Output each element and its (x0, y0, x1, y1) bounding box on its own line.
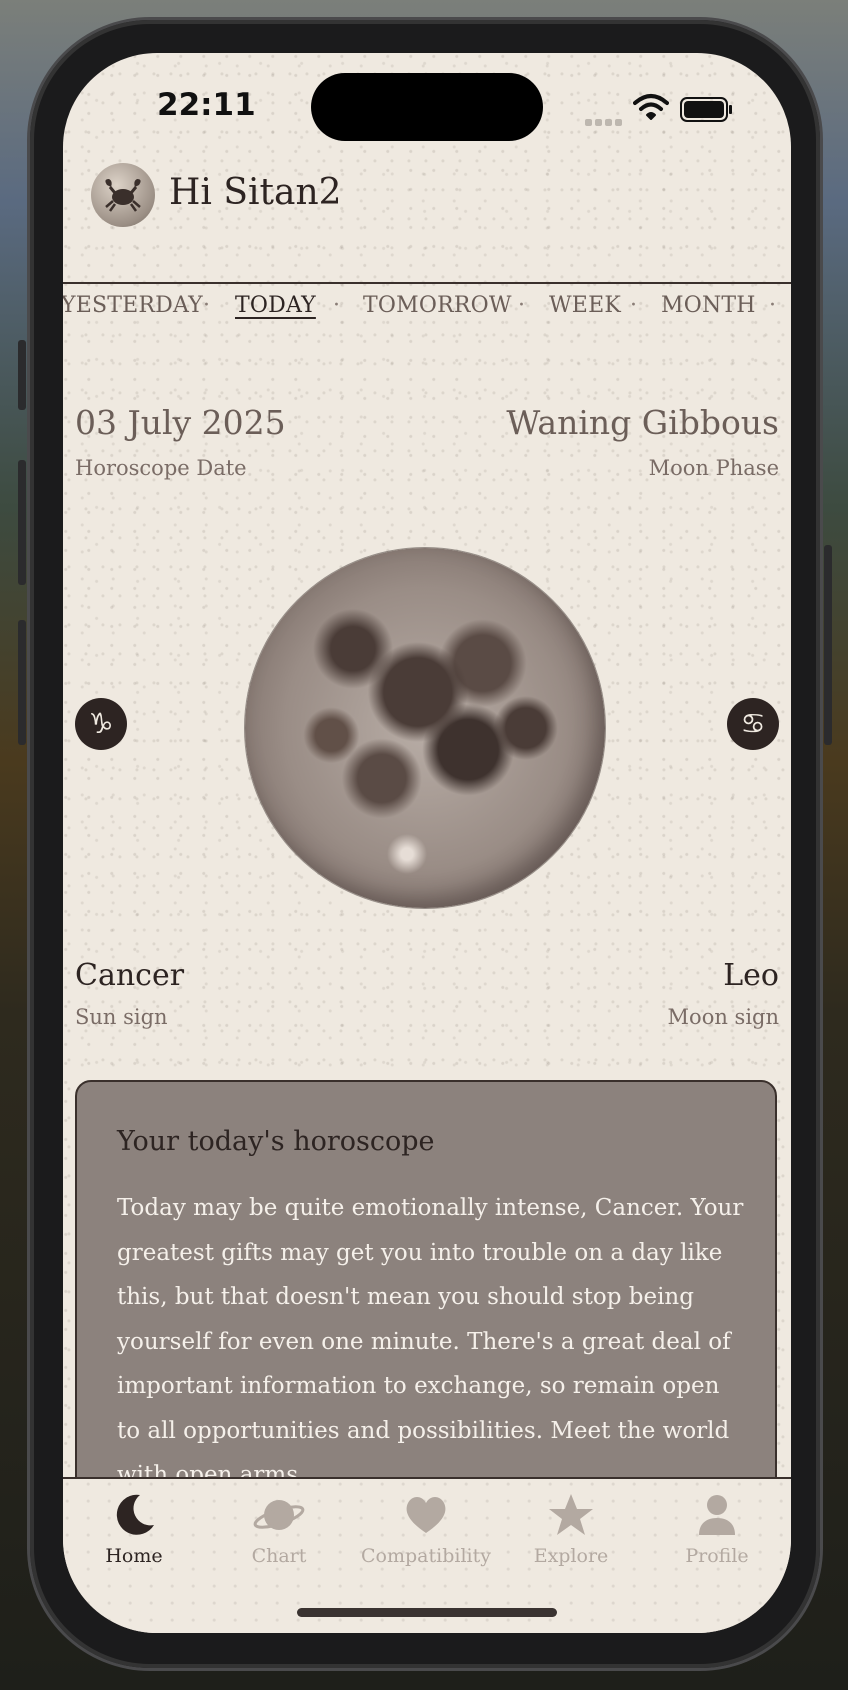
horoscope-date-label: Horoscope Date (75, 456, 247, 480)
tab-tomorrow[interactable]: TOMORROW (363, 293, 512, 318)
volume-down-button (18, 620, 26, 745)
tab-today[interactable]: TODAY (235, 293, 316, 318)
crab-icon (105, 179, 141, 212)
tab-home[interactable]: Home (64, 1491, 204, 1567)
volume-up-button (18, 460, 26, 585)
tab-month[interactable]: MONTH (661, 293, 756, 318)
mute-switch (18, 340, 26, 410)
sun-sign-label: Sun sign (75, 1005, 168, 1029)
tab-label: Compatibility (361, 1545, 491, 1567)
person-icon (699, 1495, 735, 1535)
app-screen: 22:11 Hi Sitan2 YESTERDAY · TODAY · TOMO… (63, 53, 791, 1633)
capricorn-icon[interactable]: ♑ (75, 698, 127, 750)
cancer-icon[interactable]: ♋ (727, 698, 779, 750)
tab-yesterday[interactable]: YESTERDAY (63, 293, 203, 318)
moon-phase-label: Moon Phase (648, 456, 779, 480)
tab-separator: · (333, 293, 341, 318)
tab-separator: · (203, 293, 211, 318)
tab-profile[interactable]: Profile (647, 1491, 787, 1567)
period-tabs: YESTERDAY · TODAY · TOMORROW · WEEK · MO… (63, 293, 791, 333)
planet-icon (253, 1500, 305, 1530)
heart-icon (406, 1497, 446, 1533)
cellular-signal-icon (585, 111, 625, 130)
moon-icon (116, 1494, 154, 1535)
tab-label: Profile (685, 1545, 749, 1567)
tab-label: Chart (251, 1545, 307, 1567)
star-icon (549, 1494, 593, 1535)
tab-bar: Home Chart Compatibility Explore Profile (63, 1477, 791, 1633)
dynamic-island (311, 73, 543, 141)
moon-sign-label: Moon sign (667, 1005, 779, 1029)
power-button (824, 545, 832, 745)
horoscope-card-body: Today may be quite emotionally intense, … (117, 1195, 744, 1488)
tab-separator: · (630, 293, 638, 318)
tab-separator: · (769, 293, 777, 318)
avatar[interactable] (91, 163, 155, 227)
moon-sign-value: Leo (723, 958, 779, 993)
tab-compatibility[interactable]: Compatibility (356, 1491, 496, 1567)
home-indicator (297, 1608, 557, 1617)
horoscope-date-value: 03 July 2025 (75, 403, 286, 442)
tab-label: Explore (533, 1545, 609, 1567)
status-time: 22:11 (157, 87, 256, 123)
tab-week[interactable]: WEEK (549, 293, 621, 318)
sun-sign-value: Cancer (75, 958, 185, 993)
tab-separator: · (518, 293, 526, 318)
tab-chart[interactable]: Chart (209, 1491, 349, 1567)
greeting-title: Hi Sitan2 (169, 172, 342, 213)
tab-explore[interactable]: Explore (501, 1491, 641, 1567)
horoscope-card-title: Your today's horoscope (117, 1126, 435, 1157)
moon-image (245, 548, 605, 908)
wifi-icon (633, 94, 669, 120)
header: Hi Sitan2 (63, 158, 791, 284)
tab-label: Home (105, 1545, 163, 1567)
moon-phase-value: Waning Gibbous (506, 403, 779, 442)
battery-icon (680, 97, 732, 122)
